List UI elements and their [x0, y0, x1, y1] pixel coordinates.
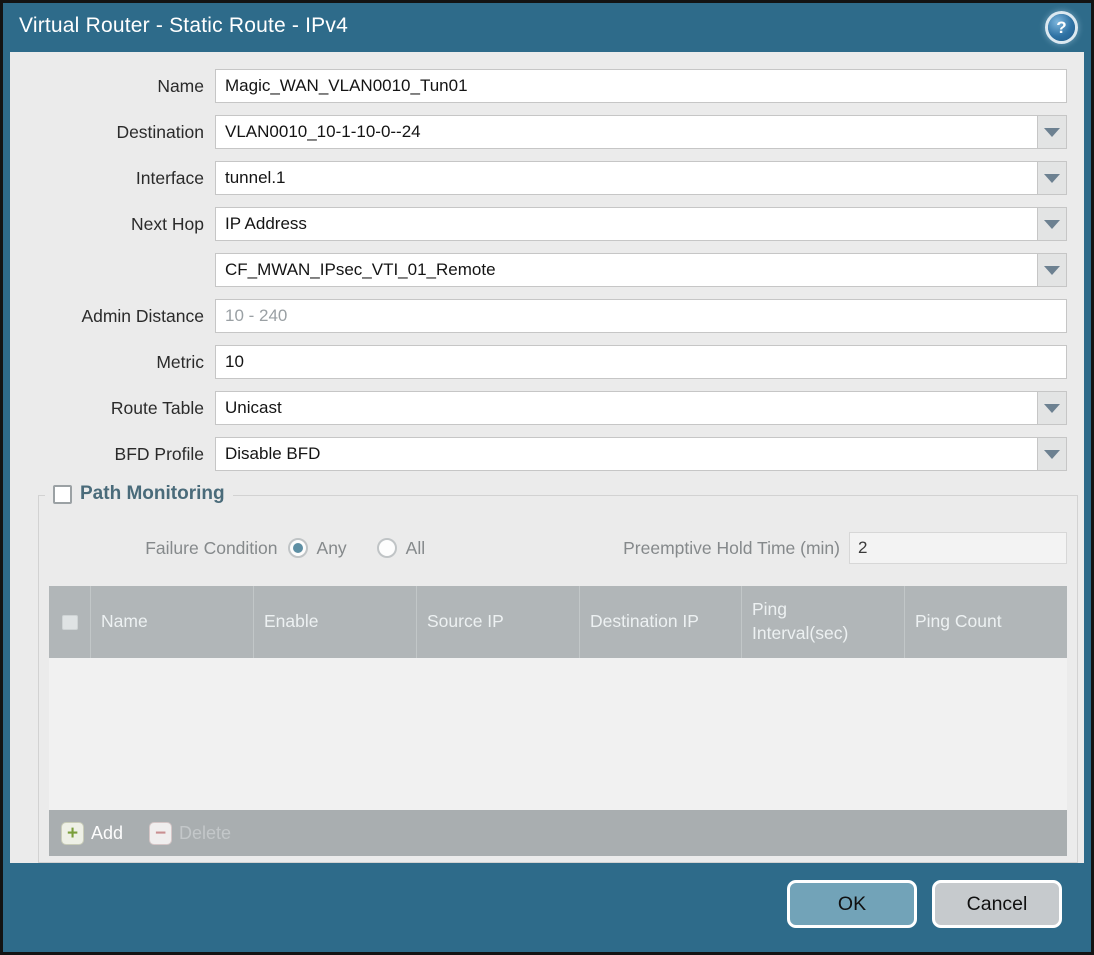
bfd-profile-input[interactable]: [215, 437, 1038, 471]
dialog-content: Name Destination Interface Next Hop: [10, 52, 1084, 863]
radio-all-icon[interactable]: [376, 538, 397, 558]
bfd-profile-label: BFD Profile: [114, 443, 204, 464]
column-header-destination-ip: Destination IP: [580, 586, 742, 658]
chevron-down-icon: [1044, 403, 1060, 413]
path-monitoring-table: Name Enable Source IP Destination IP Pin…: [49, 586, 1067, 856]
preemptive-hold-time-input[interactable]: [849, 532, 1067, 564]
column-header-ping-interval: Ping Interval(sec): [742, 586, 905, 658]
help-icon[interactable]: ?: [1048, 14, 1075, 41]
next-hop-address-dropdown-button[interactable]: [1037, 253, 1067, 287]
interface-row: Interface: [20, 161, 1067, 195]
static-route-dialog: Virtual Router - Static Route - IPv4 ? N…: [0, 0, 1094, 955]
metric-label: Metric: [156, 351, 204, 372]
radio-any-label: Any: [316, 537, 347, 558]
destination-row: Destination: [20, 115, 1067, 149]
admin-distance-row: Admin Distance: [20, 299, 1067, 333]
route-table-row: Route Table: [20, 391, 1067, 425]
failure-condition-row: Failure Condition Any All Preemptive Hol…: [49, 532, 1067, 564]
chevron-down-icon: [1044, 173, 1060, 183]
table-body-empty[interactable]: [49, 658, 1067, 810]
interface-dropdown-button[interactable]: [1037, 161, 1067, 195]
chevron-down-icon: [1044, 127, 1060, 137]
destination-label: Destination: [116, 121, 204, 142]
next-hop-type-input[interactable]: [215, 207, 1038, 241]
route-table-dropdown-button[interactable]: [1037, 391, 1067, 425]
table-header: Name Enable Source IP Destination IP Pin…: [49, 586, 1067, 658]
route-table-label: Route Table: [110, 397, 204, 418]
chevron-down-icon: [1044, 219, 1060, 229]
radio-any-icon[interactable]: [287, 538, 308, 558]
next-hop-row: Next Hop: [20, 207, 1067, 241]
column-header-enable: Enable: [254, 586, 417, 658]
table-footer: + Add − Delete: [49, 810, 1067, 856]
select-all-cell: [49, 586, 91, 658]
next-hop-address-row: [20, 253, 1067, 287]
add-button[interactable]: + Add: [61, 821, 124, 845]
column-header-ping-count: Ping Count: [915, 611, 1002, 632]
path-monitoring-legend[interactable]: Path Monitoring: [45, 483, 233, 505]
destination-input[interactable]: [215, 115, 1038, 149]
path-monitoring-checkbox[interactable]: [53, 484, 72, 504]
radio-all-label: All: [405, 537, 426, 558]
ok-button[interactable]: OK: [787, 880, 917, 928]
plus-icon: +: [61, 821, 84, 845]
bfd-profile-row: BFD Profile: [20, 437, 1067, 471]
interface-input[interactable]: [215, 161, 1038, 195]
admin-distance-input[interactable]: [215, 299, 1067, 333]
chevron-down-icon: [1044, 265, 1060, 275]
minus-icon: −: [149, 821, 173, 845]
metric-input[interactable]: [215, 345, 1067, 379]
route-table-input[interactable]: [215, 391, 1038, 425]
column-header-source-ip: Source IP: [417, 586, 580, 658]
next-hop-address-input[interactable]: [215, 253, 1038, 287]
cancel-button[interactable]: Cancel: [932, 880, 1062, 928]
failure-condition-any-option[interactable]: Any: [287, 537, 347, 559]
interface-label: Interface: [135, 167, 204, 188]
admin-distance-label: Admin Distance: [81, 305, 204, 326]
preemptive-hold-time-label: Preemptive Hold Time (min): [623, 537, 840, 558]
name-input[interactable]: [215, 69, 1067, 103]
next-hop-label: Next Hop: [131, 213, 204, 234]
destination-dropdown-button[interactable]: [1037, 115, 1067, 149]
failure-condition-all-option[interactable]: All: [376, 537, 426, 559]
delete-button[interactable]: − Delete: [149, 821, 232, 845]
select-all-checkbox[interactable]: [61, 614, 78, 630]
column-header-name: Name: [91, 586, 254, 658]
next-hop-type-dropdown-button[interactable]: [1037, 207, 1067, 241]
name-label: Name: [157, 75, 204, 96]
dialog-titlebar: Virtual Router - Static Route - IPv4: [3, 3, 1091, 49]
dialog-title: Virtual Router - Static Route - IPv4: [19, 14, 348, 37]
add-button-label: Add: [91, 822, 124, 843]
delete-button-label: Delete: [179, 822, 232, 843]
bfd-profile-dropdown-button[interactable]: [1037, 437, 1067, 471]
path-monitoring-title: Path Monitoring: [80, 483, 225, 504]
metric-row: Metric: [20, 345, 1067, 379]
chevron-down-icon: [1044, 449, 1060, 459]
dialog-footer: OK Cancel: [787, 880, 1062, 928]
failure-condition-label: Failure Condition: [145, 537, 278, 558]
path-monitoring-section: Path Monitoring Failure Condition Any Al…: [38, 483, 1078, 863]
name-row: Name: [20, 69, 1067, 103]
